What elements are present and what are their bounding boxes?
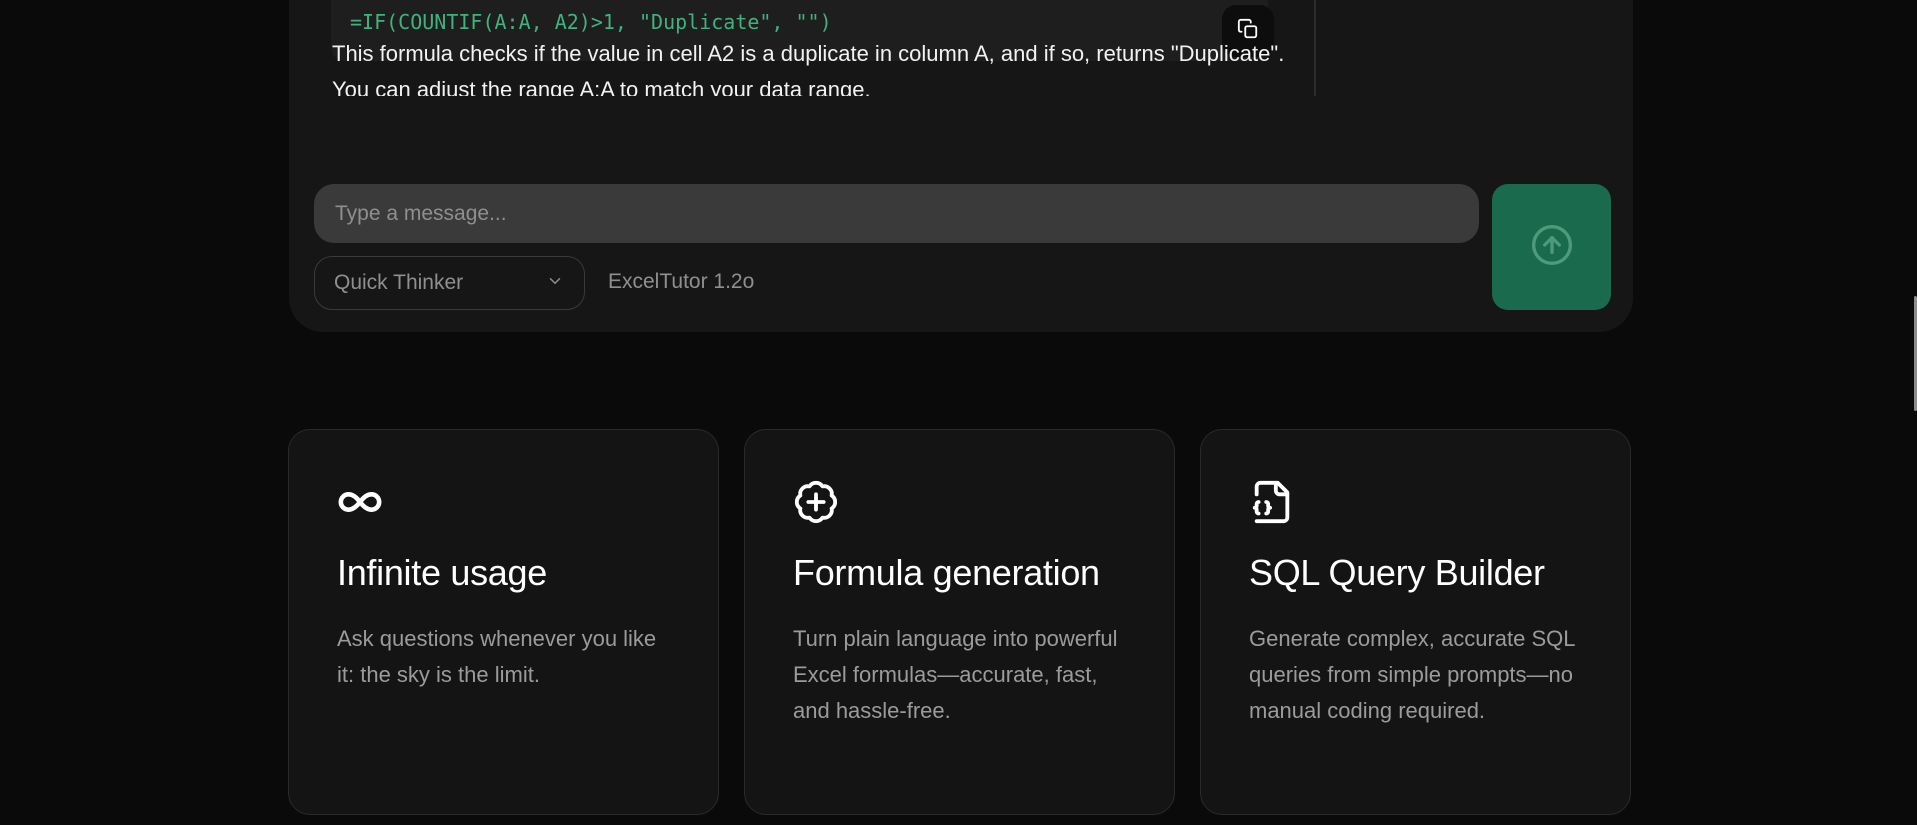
feature-card-formula-generation: Formula generation Turn plain language i… xyxy=(744,429,1175,815)
feature-description: Turn plain language into powerful Excel … xyxy=(793,626,1118,723)
file-code-icon xyxy=(1249,479,1295,525)
badge-plus-icon xyxy=(793,479,839,525)
feature-card-sql-query-builder: SQL Query Builder Generate complex, accu… xyxy=(1200,429,1631,815)
infinity-icon xyxy=(337,479,383,525)
code-line: =IF(COUNTIF(A:A, A2)>1, "Duplicate", "") xyxy=(350,10,832,34)
feature-title: SQL Query Builder xyxy=(1249,552,1545,593)
arrow-up-circle-icon xyxy=(1530,223,1574,272)
feature-description: Ask questions whenever you like it: the … xyxy=(337,626,657,687)
feature-description: Generate complex, accurate SQL queries f… xyxy=(1249,626,1575,723)
chevron-down-icon xyxy=(546,272,564,295)
send-button[interactable] xyxy=(1492,184,1611,310)
chat-panel: =IF(COUNTIF(A:A, A2)>1, "Duplicate", "")… xyxy=(289,0,1633,332)
model-version-label: ExcelTutor 1.2o xyxy=(608,270,755,293)
feature-title: Infinite usage xyxy=(337,552,547,593)
message-area[interactable]: =IF(COUNTIF(A:A, A2)>1, "Duplicate", "")… xyxy=(314,0,1316,96)
message-area-divider xyxy=(1314,0,1316,96)
assistant-message: This formula checks if the value in cell… xyxy=(332,41,1285,96)
feature-title: Formula generation xyxy=(793,552,1100,593)
message-input-container[interactable] xyxy=(314,184,1479,243)
message-input[interactable] xyxy=(333,200,1479,227)
mode-select[interactable]: Quick Thinker xyxy=(314,256,585,310)
feature-card-infinite-usage: Infinite usage Ask questions whenever yo… xyxy=(288,429,719,815)
mode-select-value: Quick Thinker xyxy=(334,271,464,294)
